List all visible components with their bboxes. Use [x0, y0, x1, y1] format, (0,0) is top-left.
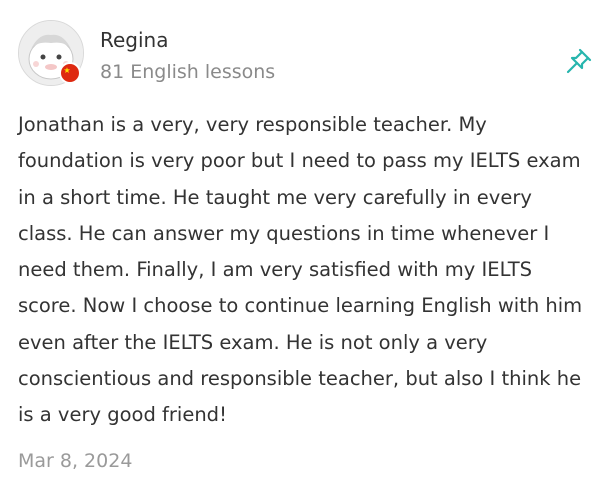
review-card: Regina 81 English lessons Jonathan is a … — [0, 0, 600, 487]
review-header: Regina 81 English lessons — [18, 20, 592, 90]
lessons-count: 81 English lessons — [100, 61, 276, 83]
pin-glyph — [566, 48, 592, 74]
pin-icon[interactable] — [562, 46, 594, 78]
review-date: Mar 8, 2024 — [18, 450, 133, 472]
author-name[interactable]: Regina — [100, 28, 169, 52]
avatar[interactable] — [18, 20, 84, 86]
review-text: Jonathan is a very, very responsible tea… — [18, 113, 583, 427]
flag-star-icon — [63, 67, 71, 73]
china-flag-icon — [59, 62, 81, 84]
